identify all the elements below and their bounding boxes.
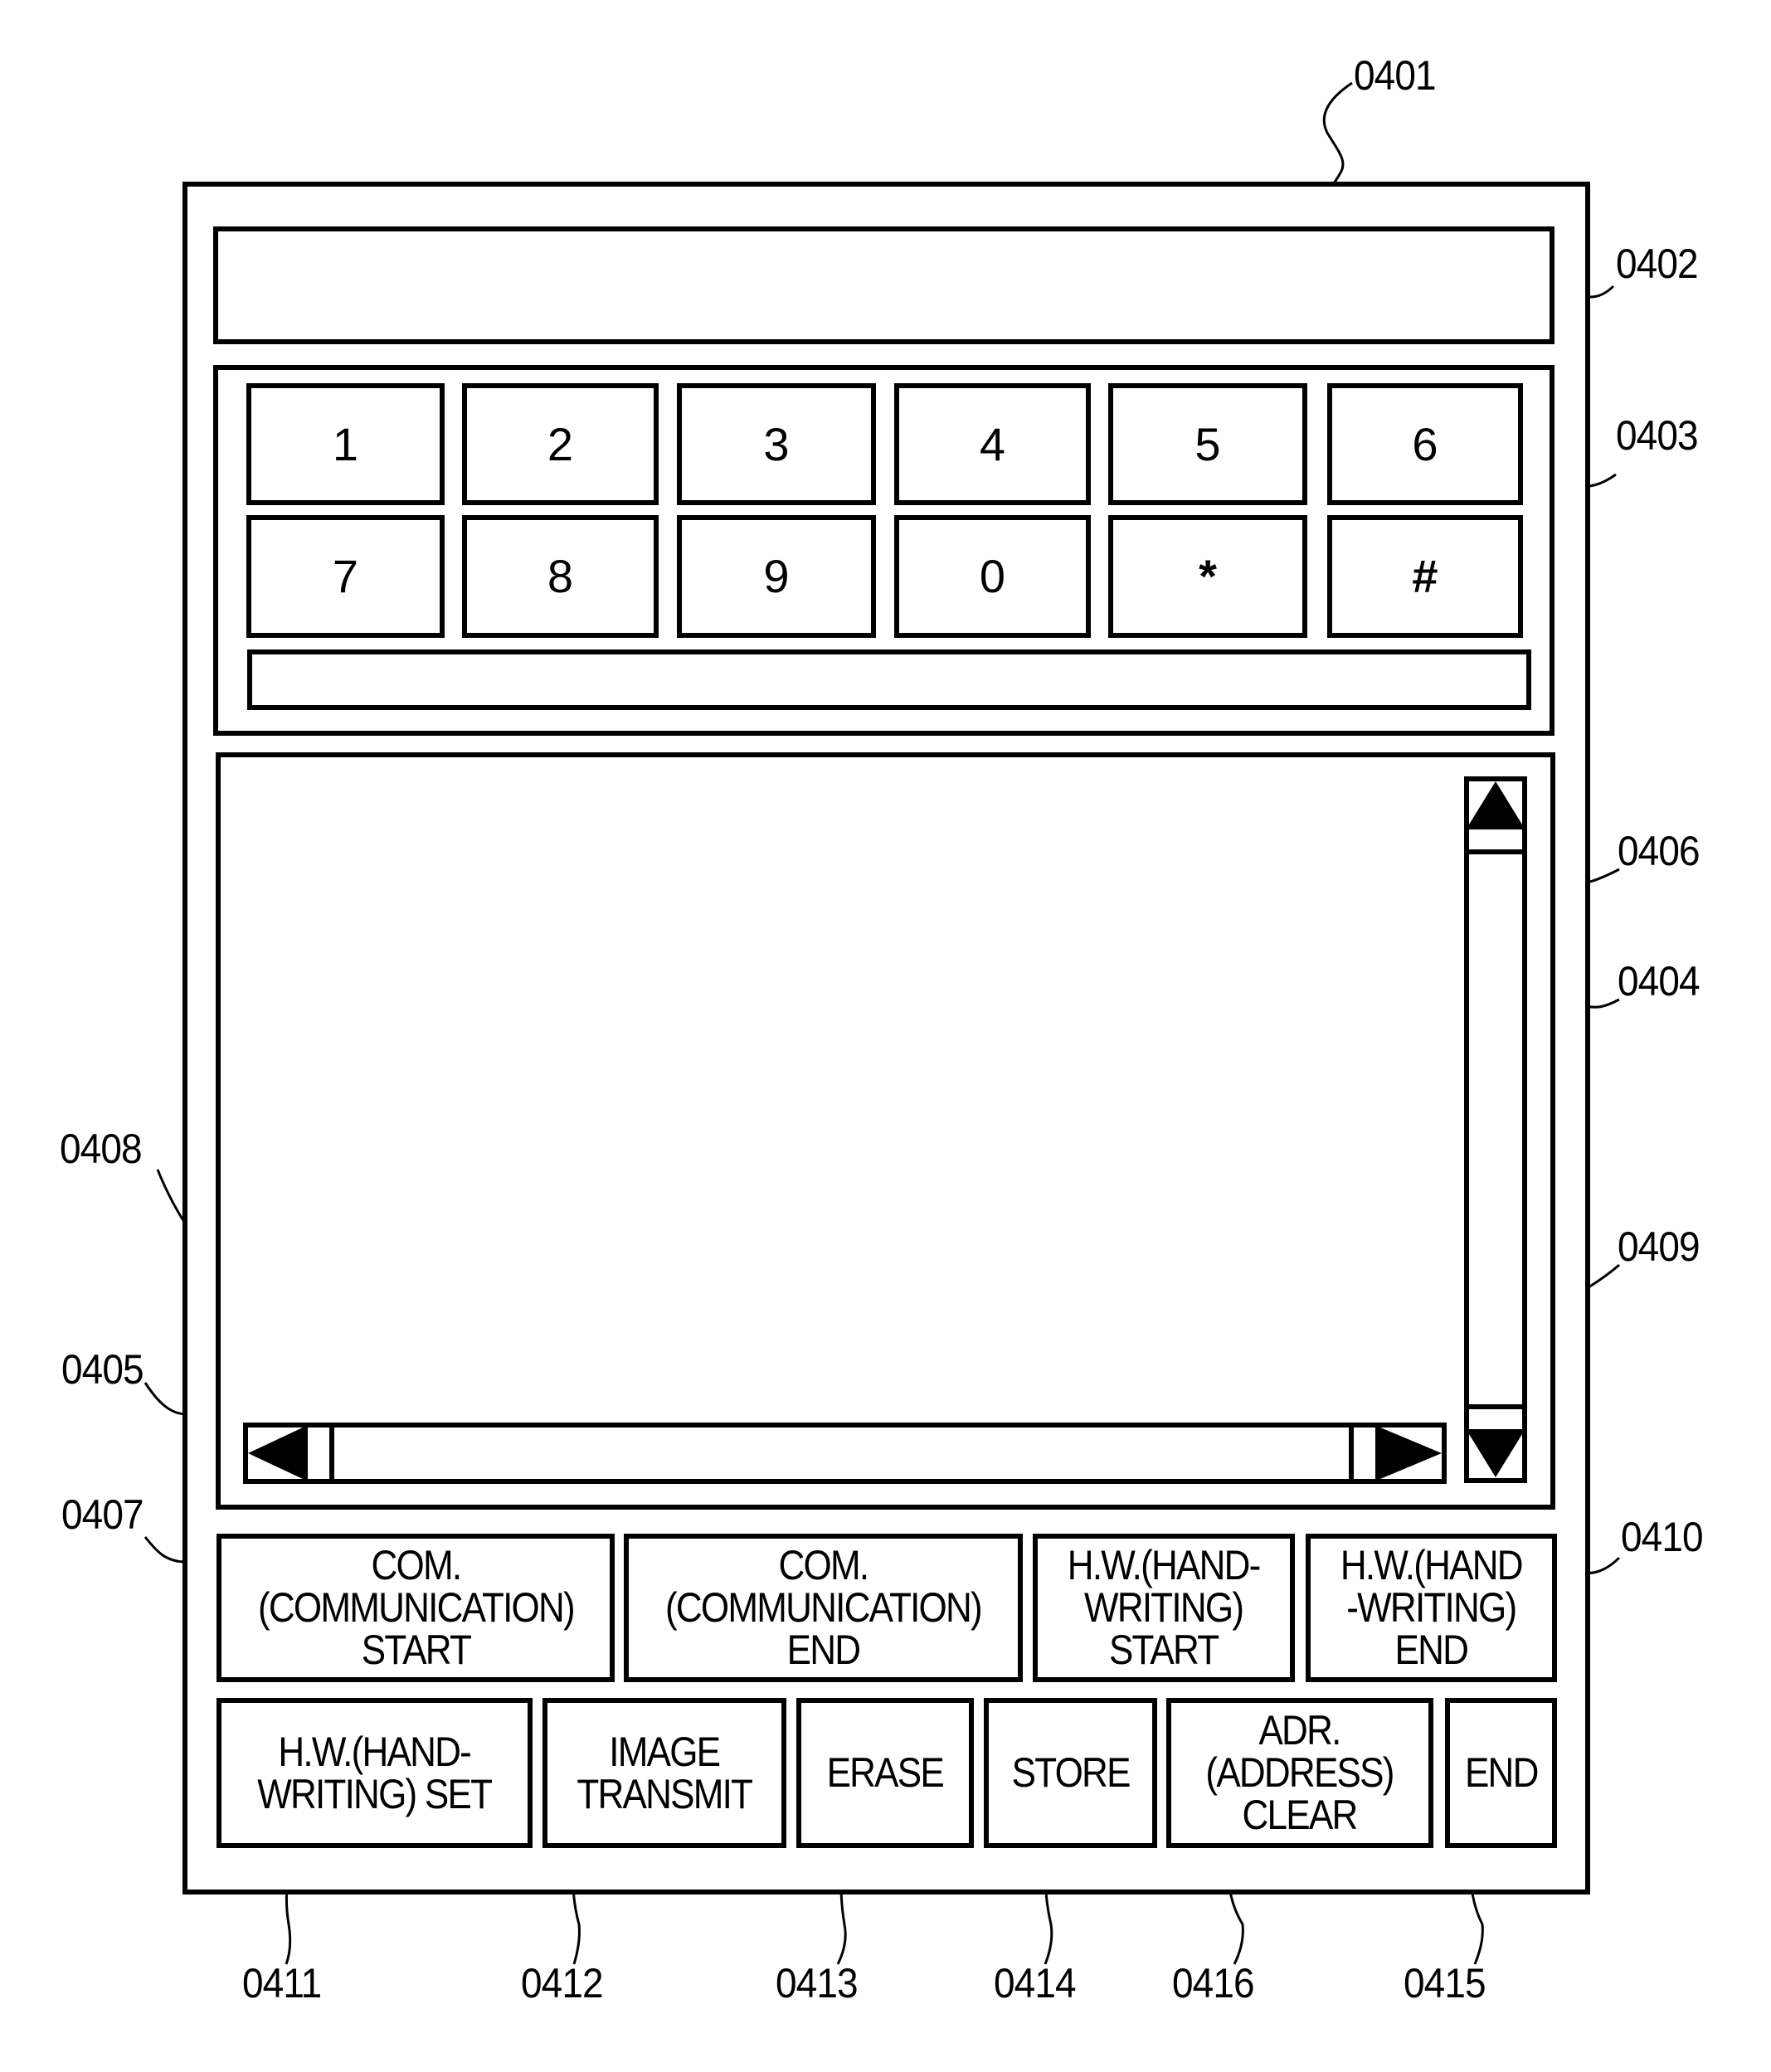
image-transmit-button[interactable]: IMAGE TRANSMIT (542, 1698, 786, 1848)
ref-label-0416: 0416 (1172, 1960, 1255, 2006)
button-label: STORE (1011, 1749, 1131, 1796)
key-label: 7 (332, 550, 359, 602)
key-9[interactable]: 9 (677, 515, 876, 638)
ref-label-0408: 0408 (60, 1126, 143, 1172)
key-label: 5 (1194, 417, 1221, 470)
key-label: 1 (332, 417, 359, 470)
end-button[interactable]: END (1445, 1698, 1557, 1848)
ref-label-0403: 0403 (1616, 412, 1699, 459)
key-5[interactable]: 5 (1108, 383, 1307, 505)
button-label: H.W.(HAND- WRITING) START (1068, 1542, 1261, 1673)
scroll-right-arrow-icon[interactable] (1380, 1428, 1442, 1479)
ref-label-0411: 0411 (242, 1960, 322, 2006)
horizontal-scroll-thumb-left[interactable] (303, 1428, 334, 1479)
address-clear-button[interactable]: ADR. (ADDRESS) CLEAR (1166, 1698, 1433, 1848)
button-label: H.W.(HAND -WRITING) END (1340, 1542, 1524, 1673)
key-label: * (1199, 550, 1217, 602)
communication-end-button[interactable]: COM. (COMMUNICATION) END (624, 1534, 1023, 1682)
key-4[interactable]: 4 (894, 383, 1091, 505)
handwriting-end-button[interactable]: H.W.(HAND -WRITING) END (1306, 1534, 1557, 1682)
button-label: ERASE (826, 1749, 945, 1796)
button-label: H.W.(HAND- WRITING) SET (257, 1728, 494, 1817)
ref-label-0407: 0407 (61, 1491, 144, 1538)
key-label: 0 (979, 550, 1006, 602)
button-label: COM. (COMMUNICATION) START (257, 1542, 576, 1673)
key-label: 9 (763, 550, 790, 602)
key-label: 4 (979, 417, 1006, 470)
handwriting-start-button[interactable]: H.W.(HAND- WRITING) START (1033, 1534, 1295, 1682)
key-8[interactable]: 8 (462, 515, 659, 638)
display-area (213, 226, 1554, 344)
key-label: 8 (547, 550, 574, 602)
ref-label-0406: 0406 (1618, 828, 1700, 874)
key-label: 6 (1412, 417, 1438, 470)
key-label: # (1412, 550, 1438, 602)
vertical-scroll-thumb-top[interactable] (1469, 824, 1522, 854)
key-6[interactable]: 6 (1327, 383, 1523, 505)
ref-label-0409: 0409 (1618, 1223, 1700, 1270)
button-label: COM. (COMMUNICATION) END (665, 1542, 983, 1673)
leader-0401 (1322, 81, 1353, 189)
erase-button[interactable]: ERASE (796, 1698, 974, 1848)
ref-label-0402: 0402 (1616, 241, 1699, 287)
horizontal-scrollbar[interactable] (243, 1423, 1447, 1484)
key-2[interactable]: 2 (462, 383, 659, 505)
scroll-up-arrow-icon[interactable] (1469, 781, 1522, 824)
ref-label-0412: 0412 (521, 1960, 604, 2006)
key-3[interactable]: 3 (677, 383, 876, 505)
handwriting-canvas[interactable] (216, 752, 1555, 1510)
button-label: ADR. (ADDRESS) CLEAR (1205, 1707, 1395, 1838)
scroll-left-arrow-icon[interactable] (248, 1428, 303, 1479)
button-label: END (1464, 1749, 1539, 1796)
key-hash[interactable]: # (1327, 515, 1523, 638)
ref-label-0410: 0410 (1621, 1514, 1704, 1560)
key-label: 2 (547, 417, 574, 470)
ref-label-0404: 0404 (1618, 958, 1700, 1004)
communication-start-button[interactable]: COM. (COMMUNICATION) START (217, 1534, 615, 1682)
ref-label-0414: 0414 (994, 1960, 1077, 2006)
store-button[interactable]: STORE (984, 1698, 1157, 1848)
button-label: IMAGE TRANSMIT (577, 1728, 754, 1817)
scroll-down-arrow-icon[interactable] (1469, 1434, 1522, 1477)
vertical-scroll-thumb-bottom[interactable] (1469, 1404, 1522, 1434)
vertical-scrollbar[interactable] (1464, 776, 1527, 1483)
key-star[interactable]: * (1108, 515, 1307, 638)
ref-label-0405: 0405 (61, 1346, 144, 1393)
ref-label-0401: 0401 (1354, 52, 1437, 99)
ref-label-0413: 0413 (776, 1960, 859, 2006)
key-7[interactable]: 7 (246, 515, 445, 638)
horizontal-scroll-thumb-right[interactable] (1349, 1428, 1380, 1479)
key-1[interactable]: 1 (246, 383, 445, 505)
ref-label-0415: 0415 (1404, 1960, 1486, 2006)
handwriting-set-button[interactable]: H.W.(HAND- WRITING) SET (217, 1698, 533, 1848)
keypad-entry-field[interactable] (247, 649, 1531, 710)
key-0[interactable]: 0 (894, 515, 1091, 638)
key-label: 3 (763, 417, 790, 470)
